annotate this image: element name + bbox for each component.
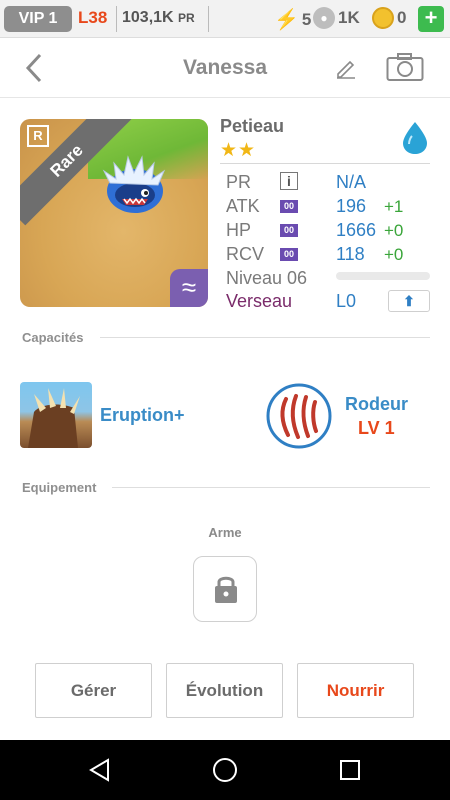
stat-label-hp: HP <box>226 220 252 240</box>
back-triangle-icon[interactable] <box>88 758 112 782</box>
page-title: Vanessa <box>182 56 268 79</box>
power-unit: PR <box>178 11 195 25</box>
divider <box>208 6 209 32</box>
info-icon[interactable]: i <box>280 172 298 190</box>
stat-bonus-hp: +0 <box>384 221 404 240</box>
claw-attack-icon <box>28 388 80 448</box>
manage-button[interactable]: Gérer <box>35 663 152 718</box>
rarity-badge: R <box>27 125 49 147</box>
trait-name[interactable]: Rodeur <box>345 394 408 415</box>
stat-chip-atk: 00 <box>280 200 298 213</box>
claw-marks-icon[interactable] <box>266 383 332 449</box>
camera-icon[interactable] <box>386 52 424 82</box>
coin-counter[interactable]: 0 <box>372 7 406 29</box>
power-value: 103,1K <box>122 9 174 26</box>
stat-bonus-rcv: +0 <box>384 245 404 264</box>
stat-chip-rcv: 00 <box>280 248 298 261</box>
top-status-bar: VIP 1 L38 103,1K PR ⚡ 5 ● 1K 0 + <box>0 0 450 38</box>
weapon-slot-label: Arme <box>208 525 242 540</box>
monster-detail-screen: VIP 1 L38 103,1K PR ⚡ 5 ● 1K 0 + Vanessa <box>0 0 450 800</box>
divider <box>116 6 117 32</box>
pencil-icon[interactable] <box>334 56 358 80</box>
add-currency-button[interactable]: + <box>418 6 444 32</box>
coin-value: 0 <box>397 8 407 27</box>
paw-value: 1K <box>338 8 360 27</box>
player-power: 103,1K PR <box>122 9 195 27</box>
stat-label-rcv: RCV <box>226 244 265 264</box>
home-circle-icon[interactable] <box>213 758 237 782</box>
zodiac-sign: Verseau <box>226 291 293 311</box>
stat-label-atk: ATK <box>226 196 260 216</box>
system-navigation-bar <box>0 740 450 800</box>
stat-value-pr: N/A <box>336 172 367 192</box>
monster-card[interactable]: Rare R ≈ <box>20 119 208 307</box>
level-label: Niveau 06 <box>226 268 308 288</box>
stat-value-rcv: 118 <box>336 244 365 264</box>
divider <box>100 337 430 338</box>
monster-species: Petieau <box>220 116 285 136</box>
water-drop-icon <box>403 122 427 154</box>
section-title-capacites: Capacités <box>22 330 84 345</box>
divider <box>112 487 430 488</box>
skill-name[interactable]: Eruption+ <box>100 405 185 426</box>
section-title-equipement: Equipement <box>22 480 97 495</box>
energy-counter[interactable]: ⚡ 5 <box>274 7 311 32</box>
paw-icon: ● <box>313 7 335 29</box>
stat-value-atk: 196 <box>336 196 367 216</box>
divider <box>220 163 430 164</box>
monster-image <box>102 155 166 213</box>
evolution-button[interactable]: Évolution <box>166 663 283 718</box>
lock-icon <box>215 576 237 603</box>
stat-label-pr: PR <box>226 172 252 192</box>
zodiac-level: L0 <box>336 291 357 311</box>
page-header: Vanessa <box>0 38 450 98</box>
trait-level: LV 1 <box>358 418 395 438</box>
upgrade-button[interactable]: ⬆ <box>388 290 430 312</box>
energy-value: 5 <box>301 9 312 29</box>
recent-apps-icon[interactable] <box>340 760 360 780</box>
player-level: L38 <box>78 8 108 27</box>
stat-bonus-atk: +1 <box>384 197 404 216</box>
level-progress-bar <box>336 272 430 280</box>
stat-chip-hp: 00 <box>280 224 298 237</box>
coin-icon <box>372 7 394 29</box>
arrow-up-icon: ⬆ <box>403 293 415 309</box>
star-rating: ★★ <box>220 140 257 161</box>
stat-value-hp: 1666 <box>336 220 377 240</box>
weapon-slot[interactable] <box>193 556 257 622</box>
skill-icon[interactable] <box>20 382 92 448</box>
paw-counter[interactable]: ● 1K <box>313 7 360 29</box>
water-element-badge: ≈ <box>170 269 208 307</box>
vip-badge[interactable]: VIP 1 <box>4 6 72 32</box>
lightning-icon: ⚡ <box>274 9 299 31</box>
feed-button[interactable]: Nourrir <box>297 663 414 718</box>
